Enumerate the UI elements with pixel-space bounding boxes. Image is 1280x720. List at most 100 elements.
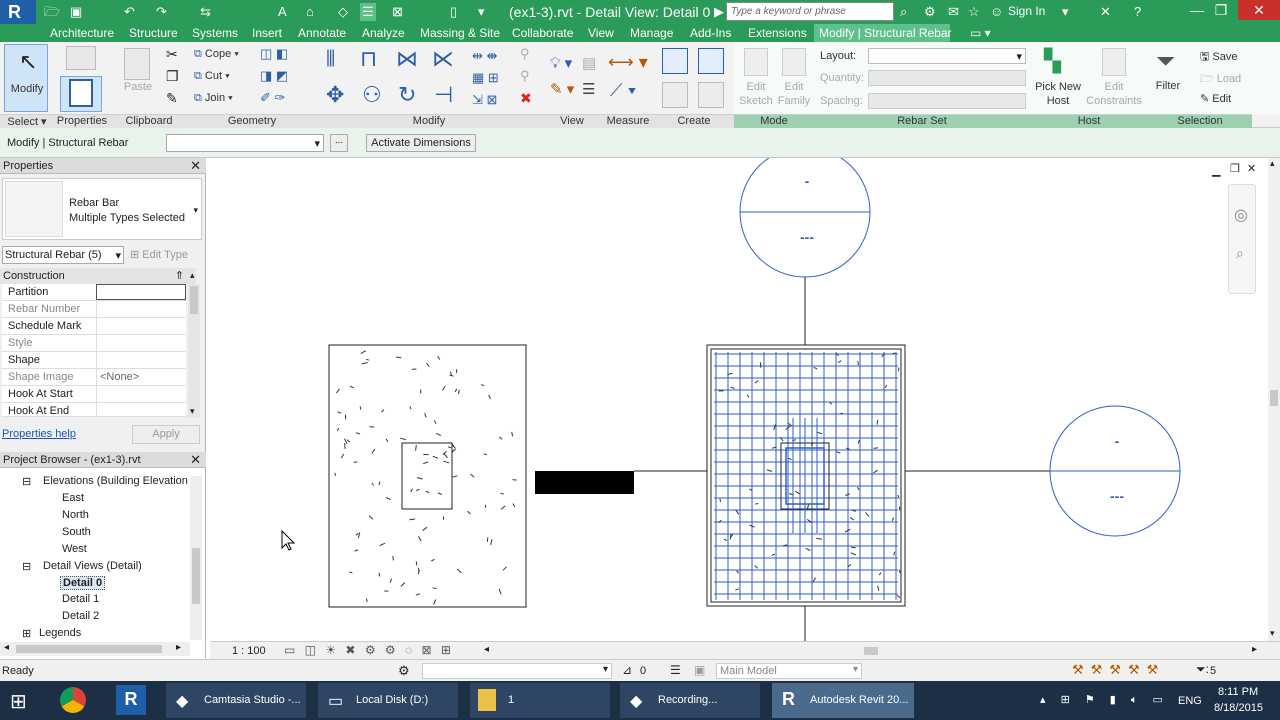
tab-architecture[interactable]: Architecture — [50, 26, 114, 40]
canvas-right-scrollbar[interactable]: ▴ ▾ — [1268, 158, 1280, 641]
split-icon[interactable]: ⇹ ⇼ — [472, 48, 497, 64]
browser-hscrollbar[interactable]: ◂ ▸ — [0, 642, 190, 656]
section-icon[interactable]: ◇ — [338, 3, 348, 21]
filter-label[interactable]: Filter — [1150, 80, 1186, 92]
hide-bulb-icon[interactable]: 💡︎ ▾ — [550, 54, 572, 72]
tab-add-ins[interactable]: Add-Ins — [690, 26, 731, 40]
properties-ribbon-button[interactable] — [60, 76, 102, 112]
save-icon[interactable]: ▣ — [70, 3, 82, 21]
browser-close-icon[interactable]: ✕ — [190, 452, 201, 468]
tree-collapse-icon[interactable]: ⊟ — [22, 560, 31, 573]
view-minimize-icon[interactable]: ▁ — [1212, 164, 1220, 177]
pin-icon[interactable]: ⚲ — [520, 46, 530, 62]
browser-hscroll-thumb[interactable] — [16, 645, 162, 653]
spacing-input[interactable] — [868, 93, 1026, 109]
prop-value[interactable] — [96, 386, 186, 402]
view-close-icon[interactable]: ✕ — [1247, 162, 1256, 175]
task-local-disk[interactable]: ▭ Local Disk (D:) — [318, 683, 458, 718]
measure-icon[interactable]: ⇆ — [200, 3, 211, 21]
canvas-hscroll-thumb[interactable] — [864, 647, 878, 655]
apply-button[interactable]: Apply — [132, 425, 200, 444]
browser-scroll-thumb[interactable] — [192, 548, 200, 604]
concrete-section-left[interactable] — [328, 344, 527, 608]
properties-scrollbar[interactable]: ▴ ▾ — [188, 270, 200, 418]
pick-new-host-icon[interactable]: ▚ — [1044, 48, 1061, 74]
paste-icon[interactable] — [124, 48, 150, 80]
open-icon[interactable]: 🗁 — [44, 3, 60, 21]
tab-insert[interactable]: Insert — [252, 26, 282, 40]
tab-systems[interactable]: Systems — [192, 26, 238, 40]
view-scale[interactable]: 1 : 100 — [232, 645, 266, 657]
prop-value[interactable] — [96, 352, 186, 368]
prop-row-partition[interactable]: Partition — [2, 284, 186, 301]
tab-structure[interactable]: Structure — [129, 26, 178, 40]
selection-options-icons[interactable]: ⚒⚒⚒⚒⚒ — [1072, 662, 1165, 678]
close-button[interactable]: ✕ — [1238, 0, 1280, 20]
revit-taskbar-icon[interactable]: R — [116, 685, 146, 715]
revit-logo[interactable]: R — [0, 0, 36, 26]
quantity-input[interactable] — [868, 70, 1026, 86]
binoculars-icon[interactable]: ⌕ — [900, 3, 907, 21]
language-indicator[interactable]: ENG — [1178, 695, 1202, 707]
signin-dropdown-icon[interactable]: ▾ — [1062, 3, 1069, 21]
workset-select[interactable]: ▾ — [422, 663, 612, 679]
line-weight-icon[interactable]: ☰ — [582, 80, 595, 98]
scroll-thumb[interactable] — [190, 286, 198, 314]
thin-lines-icon[interactable]: ▯ — [450, 3, 457, 21]
prop-row-hook-start[interactable]: Hook At Start — [2, 386, 186, 403]
worksets-icon[interactable]: ⚙ — [398, 663, 410, 679]
help-icon[interactable]: ? — [1134, 3, 1141, 21]
options-type-select[interactable]: ▾ — [166, 134, 324, 152]
create-similar-icon[interactable] — [698, 82, 724, 108]
type-properties-icon[interactable] — [66, 46, 96, 70]
undo-icon[interactable]: ↶ — [124, 3, 135, 21]
join-button[interactable]: ⧉ Join ▾ — [194, 92, 233, 105]
filter-funnel-icon[interactable]: ⏷ — [1156, 48, 1175, 76]
match-properties-icon[interactable]: ✎ — [166, 90, 178, 107]
tree-item-detail-views[interactable]: Detail Views (Detail) — [43, 560, 142, 572]
edit-selection-button[interactable]: ✎ Edit — [1200, 92, 1231, 105]
detail-view-drawing[interactable]: - --- - --- — [210, 158, 1268, 641]
rebar-section-outline[interactable] — [706, 344, 906, 607]
edit-constraints-icon[interactable] — [1102, 48, 1126, 76]
override-graphics-icon[interactable]: ✎ ▾ — [550, 80, 574, 98]
text-icon[interactable]: A — [278, 3, 287, 21]
filter-status-icon[interactable]: ⊿ — [622, 663, 632, 677]
tab-annotate[interactable]: Annotate — [298, 26, 346, 40]
3d-view-icon[interactable]: ⌂ — [306, 3, 314, 21]
paint-icon[interactable]: ✐ ✑ — [260, 90, 285, 106]
move-icon[interactable]: ✥ — [326, 82, 344, 108]
prop-value-partition-input[interactable] — [96, 284, 186, 300]
browser-vscrollbar[interactable] — [190, 476, 202, 640]
filter-selection-icon[interactable]: ⏷: — [1196, 662, 1209, 677]
view-controls-icons[interactable]: ▭ ◫ ☀ ✖ ⚙ ⚙ ◌ ⊠ ⊞ — [284, 643, 454, 657]
communication-icon[interactable]: ✉ — [948, 3, 959, 21]
maximize-button[interactable]: ❐ — [1206, 2, 1236, 19]
qat-dropdown-icon[interactable]: ▾ — [478, 3, 485, 21]
clock-time[interactable]: 8:11 PM — [1218, 686, 1258, 698]
load-selection-button[interactable]: 🗁︎ Load — [1200, 70, 1241, 89]
split-face-icon[interactable]: ◨ ◩ — [260, 68, 288, 84]
tab-view[interactable]: View — [588, 26, 614, 40]
prop-row-shape[interactable]: Shape — [2, 352, 186, 369]
prop-row-hook-end[interactable]: Hook At End — [2, 403, 186, 417]
drawing-canvas[interactable]: - --- - --- ▁ ❐ ✕ ◎ ⌕ — [210, 158, 1268, 641]
tree-item-elevations[interactable]: Elevations (Building Elevation — [43, 475, 189, 487]
search-input[interactable]: Type a keyword or phrase — [726, 2, 894, 21]
measure-ruler-icon[interactable]: ⟷ ▾ — [608, 52, 648, 73]
layout-select[interactable]: ▾ — [868, 48, 1026, 64]
favorites-icon[interactable]: ☆ — [968, 3, 980, 21]
design-options-icon-2[interactable]: ▣ — [694, 663, 705, 677]
tab-analyze[interactable]: Analyze — [362, 26, 405, 40]
unpin-icon[interactable]: ⚲ — [520, 68, 530, 84]
tree-item-legends[interactable]: Legends — [39, 627, 81, 639]
hscroll-right-icon[interactable]: ▸ — [1252, 644, 1257, 655]
windows-start-icon[interactable]: ⊞ — [10, 689, 27, 714]
properties-help-link[interactable]: Properties help — [2, 428, 76, 440]
canvas-vscroll-thumb[interactable] — [1270, 390, 1278, 406]
wall-joins-icon[interactable]: ◫ ◧ — [260, 46, 288, 62]
mirror-axis-icon[interactable]: ⋈ — [396, 46, 418, 72]
view-restore-icon[interactable]: ❐ — [1230, 162, 1240, 175]
tab-modify-structural-rebar[interactable]: Modify | Structural Rebar — [814, 24, 952, 42]
type-selector[interactable]: Rebar Bar Multiple Types Selected ▾ — [2, 178, 202, 240]
